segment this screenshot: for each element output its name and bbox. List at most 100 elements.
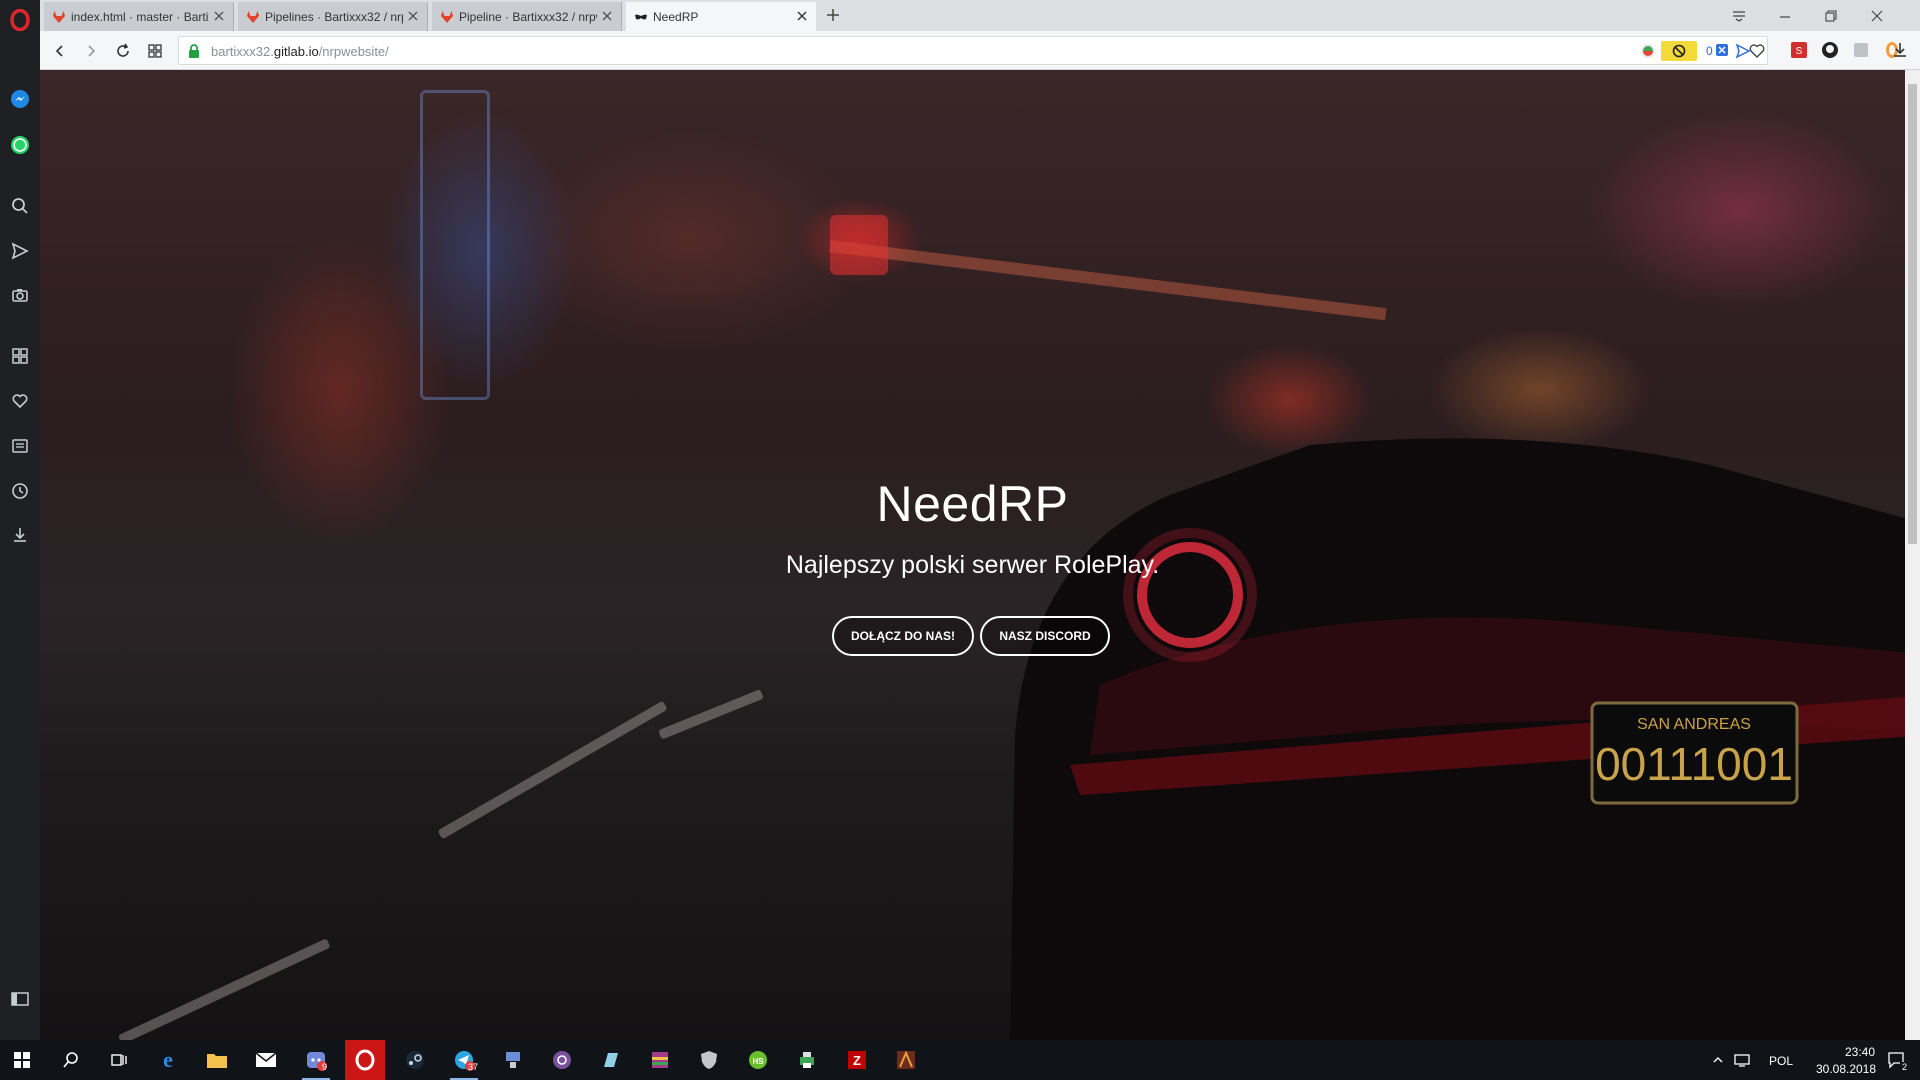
tab-title: NeedRP bbox=[653, 9, 699, 24]
hotspot-shield-icon[interactable]: HS bbox=[738, 1044, 778, 1076]
traffic-light bbox=[830, 215, 888, 275]
discord-button[interactable]: NASZ DISCORD bbox=[980, 616, 1110, 656]
clock-date[interactable]: 30.08.2018 bbox=[1806, 1062, 1886, 1076]
input-language[interactable]: POL bbox=[1769, 1054, 1793, 1068]
reload-button[interactable] bbox=[112, 40, 134, 62]
opera-taskbar-icon[interactable] bbox=[345, 1040, 385, 1080]
adblock-count: 0 bbox=[1706, 44, 1713, 58]
task-view-button[interactable] bbox=[99, 1044, 139, 1076]
scrollbar-thumb[interactable] bbox=[1908, 84, 1917, 544]
url-path: /nrpwebsite/ bbox=[318, 44, 389, 59]
mask-icon bbox=[635, 14, 647, 19]
task-view-icon bbox=[111, 1054, 127, 1066]
page-hero-background: 00111001 SAN ANDREAS NeedRP Najlepszy po… bbox=[40, 70, 1905, 1040]
vpn-badge-icon[interactable] bbox=[1639, 42, 1657, 60]
opera-menu-icon[interactable] bbox=[9, 9, 31, 31]
edge-icon[interactable]: e bbox=[148, 1044, 188, 1076]
notification-count: 2 bbox=[1900, 1062, 1910, 1072]
tab-title: Pipelines · Bartixxx32 / nrpwebsite bbox=[265, 9, 403, 24]
restore-button[interactable] bbox=[1808, 0, 1854, 31]
tab-menu-button[interactable] bbox=[1716, 0, 1762, 31]
tray-overflow-icon[interactable] bbox=[1706, 1044, 1730, 1076]
whatsapp-icon[interactable] bbox=[9, 134, 31, 156]
gitlab-icon bbox=[247, 10, 259, 23]
tab-needrp[interactable]: NeedRP bbox=[626, 2, 816, 31]
svg-text:HS: HS bbox=[752, 1057, 764, 1066]
road-marking bbox=[117, 938, 331, 1040]
traffic-light-pole bbox=[829, 240, 1387, 321]
svg-text:S: S bbox=[1796, 46, 1803, 57]
url-host: gitlab.io bbox=[273, 44, 319, 59]
minimize-icon bbox=[1780, 15, 1790, 18]
minimize-button[interactable] bbox=[1762, 0, 1808, 31]
mail-icon[interactable] bbox=[246, 1044, 286, 1076]
discord-badge: 9 bbox=[322, 1062, 328, 1072]
neon-sign-shape bbox=[420, 90, 490, 400]
game-launcher-icon[interactable] bbox=[886, 1044, 926, 1076]
file-explorer-icon[interactable] bbox=[197, 1044, 237, 1076]
site-title: NeedRP bbox=[876, 476, 1069, 532]
close-tab-icon[interactable] bbox=[406, 9, 420, 23]
address-field[interactable]: bartixxx32.gitlab.io/nrpwebsite/ 0 bbox=[178, 36, 1768, 65]
hero-section: NeedRP Najlepszy polski serwer RolePlay. bbox=[40, 475, 1905, 580]
road-marking bbox=[658, 689, 764, 740]
bookmarks-heart-icon[interactable] bbox=[9, 390, 31, 412]
road-marking bbox=[437, 700, 668, 840]
toggle-sidebar-icon[interactable] bbox=[9, 988, 31, 1010]
start-button[interactable] bbox=[2, 1044, 42, 1076]
new-tab-button[interactable] bbox=[822, 4, 844, 26]
search-icon[interactable] bbox=[9, 195, 31, 217]
messenger-icon[interactable] bbox=[9, 88, 31, 110]
back-button[interactable] bbox=[49, 40, 71, 62]
extension-red-icon[interactable]: S bbox=[1789, 40, 1809, 60]
join-us-button[interactable]: DOŁĄCZ DO NAS! bbox=[832, 616, 974, 656]
telegram-icon[interactable]: 37 bbox=[444, 1044, 484, 1080]
lock-icon[interactable] bbox=[187, 43, 201, 59]
downloads-icon[interactable] bbox=[9, 524, 31, 546]
tab-title: Pipeline · Bartixxx32 / nrpwebsite bbox=[459, 9, 597, 24]
plus-icon bbox=[827, 9, 839, 21]
extension-grey-icon[interactable] bbox=[1851, 40, 1871, 60]
speed-dial-icon[interactable] bbox=[9, 345, 31, 367]
bookmark-heart-icon[interactable] bbox=[1749, 43, 1765, 59]
close-window-button[interactable] bbox=[1854, 0, 1900, 31]
search-icon bbox=[63, 1052, 78, 1068]
speed-dial-button[interactable] bbox=[144, 40, 166, 62]
windows-taskbar: e 9 37 HS Z POL 23:40 30.08.2018 2 bbox=[0, 1040, 1920, 1080]
forward-button[interactable] bbox=[80, 40, 102, 62]
notes-app-icon[interactable] bbox=[591, 1044, 631, 1076]
tab-index-html[interactable]: index.html · master · Bartixxx32 bbox=[44, 2, 234, 31]
snapshot-camera-icon[interactable] bbox=[9, 284, 31, 306]
viber-icon[interactable] bbox=[542, 1044, 582, 1076]
discord-taskbar-icon[interactable]: 9 bbox=[296, 1044, 336, 1080]
printer-app-icon[interactable] bbox=[787, 1044, 827, 1076]
network-app-icon[interactable] bbox=[493, 1044, 533, 1076]
history-clock-icon[interactable] bbox=[9, 480, 31, 502]
network-tray-icon[interactable] bbox=[1730, 1044, 1754, 1076]
download-toolbar-icon[interactable] bbox=[1890, 40, 1910, 60]
shield-app-icon[interactable] bbox=[689, 1044, 729, 1076]
flow-send-icon[interactable] bbox=[9, 240, 31, 262]
close-tab-icon[interactable] bbox=[600, 9, 614, 23]
tab-strip: index.html · master · Bartixxx32 Pipelin… bbox=[40, 0, 1920, 31]
tracker-block-icon[interactable] bbox=[1715, 43, 1729, 57]
close-icon bbox=[1871, 10, 1883, 21]
news-icon[interactable] bbox=[9, 435, 31, 457]
tab-pipeline[interactable]: Pipeline · Bartixxx32 / nrpwebsite bbox=[432, 2, 622, 31]
extension-github-icon[interactable] bbox=[1820, 40, 1840, 60]
gitlab-icon bbox=[53, 10, 65, 23]
filezilla-icon[interactable]: Z bbox=[837, 1044, 877, 1076]
close-tab-icon[interactable] bbox=[212, 9, 226, 23]
tab-pipelines[interactable]: Pipelines · Bartixxx32 / nrpwebsite bbox=[238, 2, 428, 31]
adblock-button[interactable] bbox=[1661, 41, 1697, 61]
steam-icon[interactable] bbox=[395, 1044, 435, 1076]
scrollbar[interactable] bbox=[1905, 70, 1920, 1040]
close-tab-icon[interactable] bbox=[795, 9, 809, 23]
browser-sidebar bbox=[0, 0, 40, 1040]
action-center-button[interactable]: 2 bbox=[1876, 1044, 1916, 1076]
winrar-icon[interactable] bbox=[640, 1044, 680, 1076]
adblock-icon bbox=[1672, 44, 1686, 58]
url-text[interactable]: bartixxx32.gitlab.io/nrpwebsite/ bbox=[211, 44, 389, 59]
taskbar-search-button[interactable] bbox=[51, 1044, 91, 1076]
tab-menu-icon bbox=[1733, 10, 1745, 22]
